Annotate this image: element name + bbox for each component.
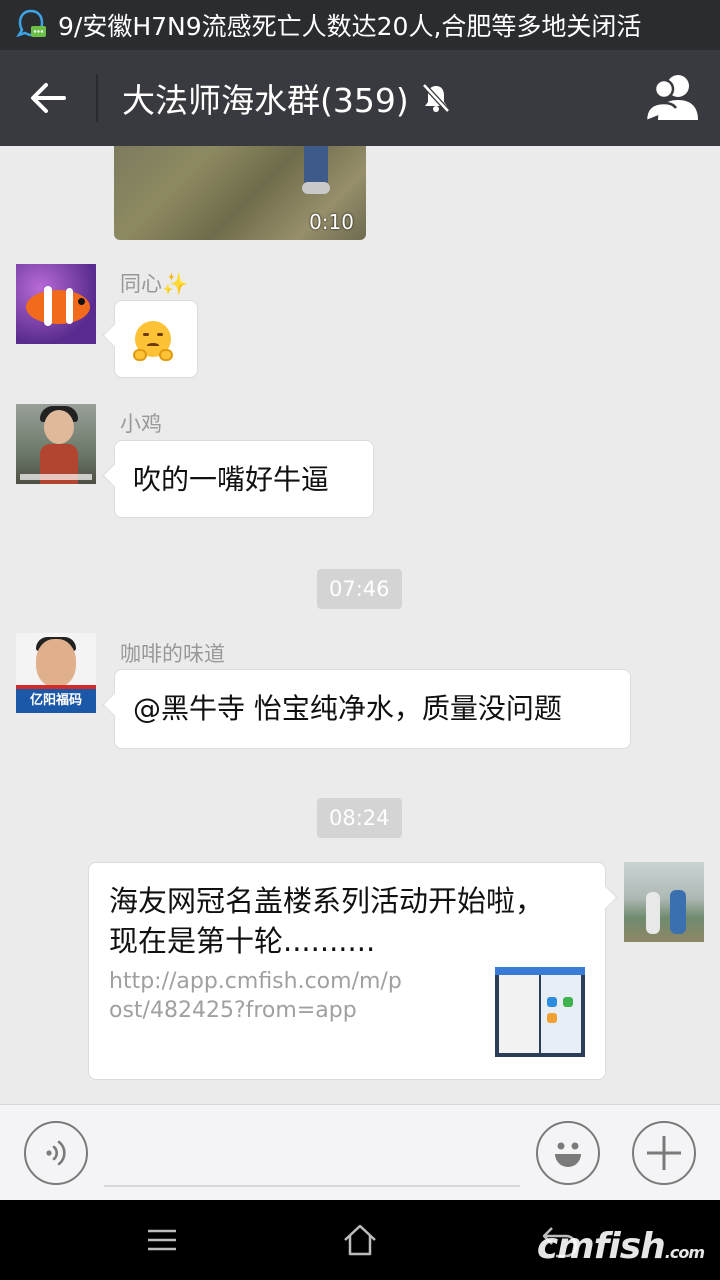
avatar-sender-1[interactable]	[16, 264, 96, 344]
message-text-2: 吹的一嘴好牛逼	[133, 463, 330, 496]
text-message-bubble-3[interactable]: @黑牛寺 怡宝纯净水，质量没问题	[114, 669, 631, 749]
avatar-self[interactable]	[624, 862, 704, 942]
avatar-sender-3[interactable]: 亿阳福码	[16, 633, 96, 713]
message-text-3: @黑牛寺 怡宝纯净水，质量没问题	[133, 692, 562, 725]
link-url: http://app.cmfish.com/m/post/482425?from…	[109, 969, 402, 1023]
link-thumbnail	[495, 967, 585, 1057]
sender-name-3: 咖啡的味道	[120, 642, 225, 666]
sender-name-1: 同心✨	[120, 272, 189, 296]
video-figure-shoe	[302, 182, 330, 194]
link-card-message[interactable]: 海友网冠名盖楼系列活动开始啦，现在是第十轮.......... http://a…	[88, 862, 606, 1080]
group-members-button[interactable]	[644, 70, 704, 126]
smiley-icon	[555, 1142, 581, 1167]
timestamp-2: 08:24	[317, 798, 402, 838]
avatar-caption: 亿阳福码	[16, 689, 96, 713]
emoji-message-bubble[interactable]	[114, 300, 198, 378]
title-divider	[96, 74, 98, 122]
emoji-button[interactable]	[536, 1121, 600, 1185]
qq-notification-icon	[16, 9, 46, 38]
voice-icon	[46, 1140, 66, 1166]
notification-text: 9/安徽H7N9流感死亡人数达20人,合肥等多地关闭活	[58, 12, 642, 41]
cmfish-watermark: cmfish.com	[536, 1226, 705, 1267]
title-bar: 大法师海水群(359)	[0, 50, 720, 146]
mute-bell-icon	[421, 83, 450, 113]
timestamp-1: 07:46	[317, 569, 402, 609]
plus-icon	[647, 1136, 681, 1170]
home-icon[interactable]	[340, 1220, 380, 1260]
message-input[interactable]	[104, 1125, 520, 1187]
input-bar	[0, 1104, 720, 1200]
video-duration: 0:10	[309, 210, 354, 234]
text-message-bubble-2[interactable]: 吹的一嘴好牛逼	[114, 440, 374, 518]
link-title: 海友网冠名盖楼系列活动开始啦，现在是第十轮..........	[109, 884, 545, 958]
menu-icon[interactable]	[142, 1220, 182, 1260]
avatar-sender-2[interactable]	[16, 404, 96, 484]
hugging-face-emoji-icon	[133, 321, 173, 361]
chat-area[interactable]: 0:10 同心✨ 小鸡 吹的一嘴好牛逼 07:46 亿阳福码 咖啡的味道 @黑牛…	[0, 146, 720, 1104]
back-button[interactable]	[0, 50, 96, 146]
chat-title: 大法师海水群(359)	[122, 81, 409, 120]
sender-name-2: 小鸡	[120, 412, 162, 436]
more-actions-button[interactable]	[632, 1121, 696, 1185]
system-nav-bar: cmfish.com	[0, 1200, 720, 1280]
back-arrow-icon	[31, 83, 66, 113]
status-bar: 9/安徽H7N9流感死亡人数达20人,合肥等多地关闭活	[0, 0, 720, 50]
video-message[interactable]: 0:10	[114, 146, 366, 240]
voice-input-button[interactable]	[24, 1121, 88, 1185]
